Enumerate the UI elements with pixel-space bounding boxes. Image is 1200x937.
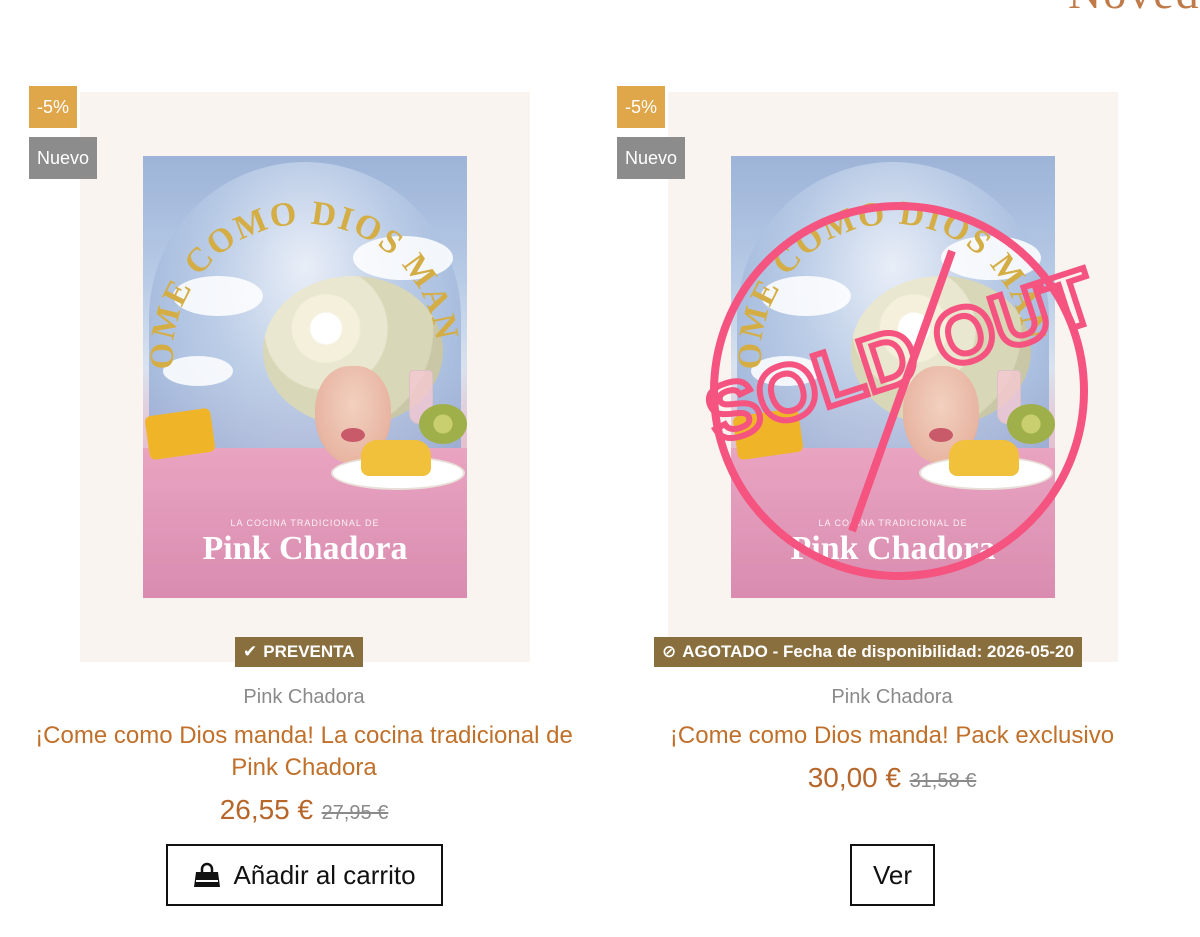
preorder-label: ✔ PREVENTA [235, 637, 363, 667]
current-price: 26,55 € [219, 794, 314, 825]
discount-badge: -5% [29, 86, 78, 128]
cover-arc-title: ¡COME COMO DIOS MANDA! [143, 156, 465, 369]
product-image[interactable]: ¡COME COMO DIOS MANDA! LA COCINA TRADICI… [654, 92, 1118, 667]
product-title[interactable]: ¡Come como Dios manda! Pack exclusivo [622, 720, 1162, 752]
sold-out-stamp: SOLD OUT [704, 202, 1094, 580]
shopping-bag-icon [193, 862, 221, 888]
price-row: 30,00 € 31,58 € [622, 762, 1162, 794]
discount-badge: -5% [617, 86, 666, 128]
svg-text:SOLD OUT: SOLD OUT [704, 251, 1094, 459]
price-row: 26,55 € 27,95 € [34, 794, 574, 826]
book-cover: ¡COME COMO DIOS MANDA! LA COCINA TRADICI… [143, 156, 467, 598]
old-price: 27,95 € [321, 802, 389, 824]
ban-icon: ⊘ [662, 642, 677, 661]
current-price: 30,00 € [807, 762, 902, 793]
section-title: Noved [1068, 0, 1200, 19]
product-author[interactable]: Pink Chadora [34, 686, 574, 709]
check-icon: ✔ [243, 642, 258, 661]
cover-subtitle: LA COCINA TRADICIONAL DE [230, 518, 380, 528]
product-image[interactable]: ¡COME COMO DIOS MANDA! LA COCINA TRADICI… [80, 92, 530, 667]
product-grid-page: Noved ¡COME COMO DIOS [0, 0, 1200, 937]
out-of-stock-label: ⊘ AGOTADO - Fecha de disponibilidad: 2026… [654, 637, 1082, 667]
old-price: 31,58 € [909, 770, 977, 792]
new-badge: Nuevo [617, 137, 686, 179]
new-badge: Nuevo [29, 137, 98, 179]
svg-text:¡COME COMO DIOS MANDA!: ¡COME COMO DIOS MANDA! [143, 156, 465, 369]
view-button[interactable]: Ver [850, 844, 935, 906]
cover-brand: Pink Chadora [202, 530, 408, 567]
add-to-cart-button[interactable]: Añadir al carrito [166, 844, 443, 906]
product-title[interactable]: ¡Come como Dios manda! La cocina tradici… [34, 720, 574, 784]
product-author[interactable]: Pink Chadora [622, 686, 1162, 709]
